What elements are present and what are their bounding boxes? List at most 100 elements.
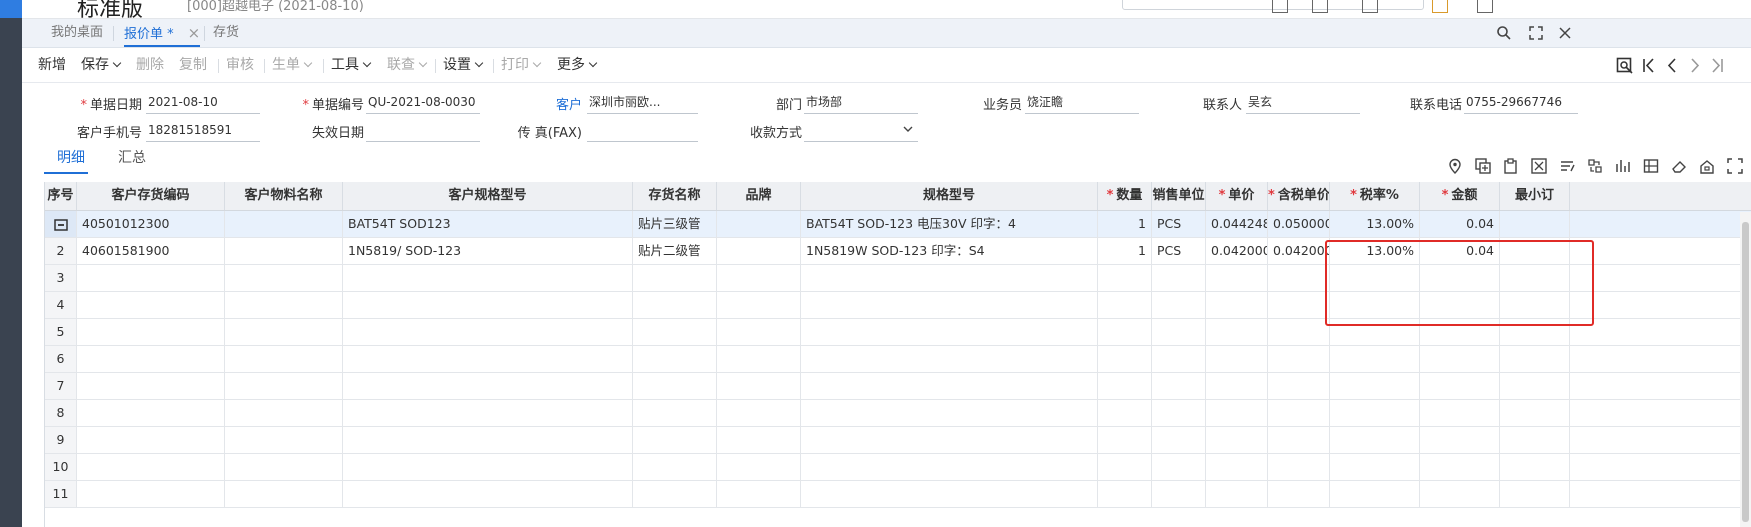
row-edit-icon[interactable] <box>53 218 68 231</box>
col-tax-rate-cell[interactable] <box>1330 481 1420 507</box>
col-quantity-cell[interactable] <box>1098 373 1152 399</box>
col-brand-cell[interactable] <box>717 481 801 507</box>
settings-button[interactable]: 设置 <box>443 48 482 82</box>
previous-record-icon[interactable] <box>1666 58 1678 73</box>
close-page-icon[interactable] <box>1557 25 1573 41</box>
col-inventory-name-cell[interactable] <box>633 265 717 291</box>
col-amount-cell[interactable]: 0.04 <box>1420 211 1500 237</box>
col-customer-spec-cell[interactable] <box>343 400 633 426</box>
col-customer-material-name-cell[interactable] <box>225 265 343 291</box>
table-row[interactable]: 11 <box>45 481 1751 508</box>
col-customer-material-name-cell[interactable] <box>225 346 343 372</box>
insert-row-icon[interactable] <box>1475 158 1491 174</box>
col-amount-cell[interactable] <box>1420 346 1500 372</box>
col-customer-spec-cell[interactable]: BAT54T SOD123 <box>343 211 633 237</box>
split-icon[interactable] <box>1587 158 1603 174</box>
col-spec-cell[interactable] <box>801 319 1098 345</box>
col-quantity-cell[interactable] <box>1098 481 1152 507</box>
col-customer-spec-cell[interactable] <box>343 454 633 480</box>
col-tax-rate-cell[interactable]: 13.00% <box>1330 211 1420 237</box>
col-sales-unit-cell[interactable] <box>1152 265 1206 291</box>
col-tax-inclusive-price-cell[interactable]: 0.050000 <box>1268 211 1330 237</box>
col-sales-unit-cell[interactable] <box>1152 346 1206 372</box>
col-quantity-cell[interactable]: 1 <box>1098 238 1152 264</box>
col-customer-item-code-cell[interactable] <box>77 454 225 480</box>
col-index-header[interactable]: 序号 <box>45 182 77 210</box>
col-sales-unit-cell[interactable] <box>1152 427 1206 453</box>
col-brand-cell[interactable] <box>717 292 801 318</box>
col-customer-material-name-cell[interactable] <box>225 373 343 399</box>
col-quantity-cell[interactable]: 1 <box>1098 211 1152 237</box>
col-customer-spec-cell[interactable] <box>343 319 633 345</box>
date-field[interactable]: 2021-08-10 <box>146 94 260 114</box>
col-brand-cell[interactable] <box>717 373 801 399</box>
col-min-order-cell[interactable] <box>1500 454 1570 480</box>
print-button[interactable]: 打印 <box>501 48 540 82</box>
col-tax-inclusive-price-cell[interactable] <box>1268 319 1330 345</box>
col-tax-inclusive-price-cell[interactable] <box>1268 427 1330 453</box>
message-icon[interactable] <box>1272 0 1288 13</box>
col-brand-cell[interactable] <box>717 346 801 372</box>
help-icon[interactable] <box>1477 0 1493 13</box>
col-quantity-header[interactable]: 数量 <box>1098 182 1152 210</box>
col-tax-inclusive-price-cell[interactable] <box>1268 346 1330 372</box>
col-inventory-name-cell[interactable] <box>633 319 717 345</box>
col-spec-cell[interactable] <box>801 400 1098 426</box>
col-tax-inclusive-price-cell[interactable]: 0.042000 <box>1268 238 1330 264</box>
col-unit-price-cell[interactable] <box>1206 319 1268 345</box>
table-row[interactable]: 10 <box>45 454 1751 481</box>
eraser-icon[interactable] <box>1671 158 1687 174</box>
col-quantity-cell[interactable] <box>1098 346 1152 372</box>
col-customer-item-code-cell[interactable] <box>77 292 225 318</box>
col-inventory-name-cell[interactable] <box>633 454 717 480</box>
col-customer-material-name-cell[interactable] <box>225 427 343 453</box>
col-unit-price-cell[interactable] <box>1206 292 1268 318</box>
delete-button[interactable]: 删除 <box>136 48 164 82</box>
col-brand-cell[interactable] <box>717 238 801 264</box>
col-customer-item-code-cell[interactable] <box>77 346 225 372</box>
col-spec-cell[interactable] <box>801 265 1098 291</box>
col-quantity-cell[interactable] <box>1098 454 1152 480</box>
col-inventory-name-cell[interactable] <box>633 292 717 318</box>
col-quantity-cell[interactable] <box>1098 265 1152 291</box>
col-customer-item-code-cell[interactable] <box>77 481 225 507</box>
search-icon[interactable] <box>1496 25 1512 41</box>
home-icon[interactable] <box>1699 158 1715 174</box>
tab-quotation[interactable]: 报价单 * × <box>124 19 201 47</box>
col-customer-material-name-header[interactable]: 客户物料名称 <box>225 182 343 210</box>
chevron-down-icon[interactable] <box>903 125 913 133</box>
col-amount-cell[interactable] <box>1420 454 1500 480</box>
table-row[interactable]: 7 <box>45 373 1751 400</box>
col-quantity-cell[interactable] <box>1098 319 1152 345</box>
col-quantity-cell[interactable] <box>1098 292 1152 318</box>
tab-desktop[interactable]: 我的桌面 <box>51 19 103 47</box>
col-tax-inclusive-price-header[interactable]: 含税单价 <box>1268 182 1330 210</box>
col-customer-spec-cell[interactable] <box>343 346 633 372</box>
col-inventory-name-cell[interactable] <box>633 427 717 453</box>
col-customer-spec-cell[interactable]: 1N5819/ SOD-123 <box>343 238 633 264</box>
fax-field[interactable] <box>587 122 698 142</box>
table-row[interactable]: 6 <box>45 346 1751 373</box>
col-spec-header[interactable]: 规格型号 <box>801 182 1098 210</box>
avatar-icon[interactable] <box>1432 0 1448 13</box>
col-tax-rate-cell[interactable] <box>1330 400 1420 426</box>
col-spec-cell[interactable] <box>801 292 1098 318</box>
headset-icon[interactable] <box>1362 0 1378 13</box>
col-amount-cell[interactable] <box>1420 481 1500 507</box>
location-icon[interactable] <box>1447 158 1463 174</box>
col-customer-material-name-cell[interactable] <box>225 481 343 507</box>
audit-button[interactable]: 审核 <box>226 48 254 82</box>
col-min-order-header[interactable]: 最小订 <box>1500 182 1570 210</box>
scrollbar-thumb[interactable] <box>1742 222 1749 522</box>
merge-icon[interactable] <box>1615 158 1631 174</box>
batch-edit-icon[interactable] <box>1559 158 1575 174</box>
col-amount-cell[interactable] <box>1420 427 1500 453</box>
col-quantity-cell[interactable] <box>1098 427 1152 453</box>
col-brand-cell[interactable] <box>717 265 801 291</box>
col-customer-material-name-cell[interactable] <box>225 211 343 237</box>
generate-button[interactable]: 生单 <box>272 48 311 82</box>
col-inventory-name-cell[interactable]: 贴片三级管 <box>633 211 717 237</box>
col-customer-item-code-cell[interactable] <box>77 265 225 291</box>
col-sales-unit-cell[interactable] <box>1152 292 1206 318</box>
col-customer-material-name-cell[interactable] <box>225 400 343 426</box>
